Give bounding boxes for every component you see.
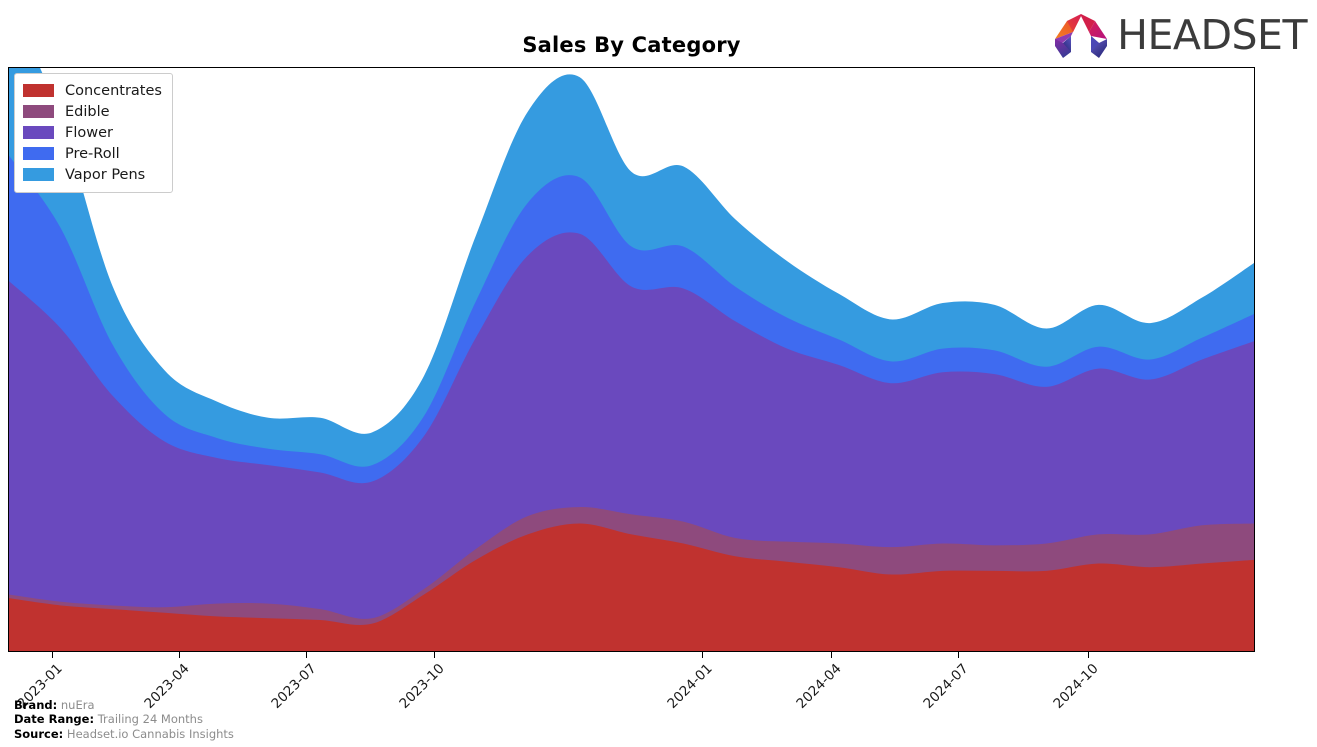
footer-source-label: Source:: [14, 726, 64, 741]
legend-swatch-flower: [23, 126, 54, 139]
x-tick-mark: [1088, 652, 1089, 658]
x-tick-label: 2023-10: [396, 660, 448, 712]
legend-item-pre-roll[interactable]: Pre-Roll: [23, 143, 162, 164]
footer-brand-label: Brand:: [14, 697, 58, 712]
footer-date-range-value: Trailing 24 Months: [97, 712, 203, 726]
x-tick-mark: [434, 652, 435, 658]
x-tick-label: 2024-04: [793, 660, 845, 712]
footer-date-range-label: Date Range:: [14, 712, 95, 726]
x-tick-label: 2024-10: [1050, 660, 1102, 712]
headset-hexagon-logo-icon: [1055, 14, 1108, 58]
footer-source-value: Headset.io Cannabis Insights: [66, 726, 234, 741]
footer-date-range: Date Range: Trailing 24 Months: [14, 712, 234, 727]
legend-label-pre-roll: Pre-Roll: [65, 145, 120, 162]
legend-swatch-pre-roll: [23, 147, 54, 160]
x-tick-mark: [52, 652, 53, 658]
chart-footer: Brand: nuEra Date Range: Trailing 24 Mon…: [14, 698, 234, 742]
legend-item-concentrates[interactable]: Concentrates: [23, 80, 162, 101]
chart-legend: Concentrates Edible Flower Pre-Roll Vapo…: [14, 73, 173, 193]
legend-item-edible[interactable]: Edible: [23, 101, 162, 122]
logo-wordmark: HEADSET: [1117, 10, 1307, 59]
legend-item-flower[interactable]: Flower: [23, 122, 162, 143]
chart-plot-area: [8, 67, 1255, 652]
headset-logo: HEADSET: [1051, 12, 1307, 58]
legend-label-vapor-pens: Vapor Pens: [65, 166, 146, 183]
stacked-area-svg: [9, 68, 1254, 651]
x-tick-mark: [179, 652, 180, 658]
legend-label-edible: Edible: [65, 103, 110, 120]
legend-swatch-vapor-pens: [23, 168, 54, 181]
legend-swatch-edible: [23, 105, 54, 118]
footer-source: Source: Headset.io Cannabis Insights: [14, 727, 234, 742]
footer-brand-value: nuEra: [60, 697, 95, 712]
x-tick-mark: [831, 652, 832, 658]
legend-swatch-concentrates: [23, 84, 54, 97]
x-tick-label: 2024-07: [920, 660, 972, 712]
legend-label-flower: Flower: [65, 124, 113, 141]
x-tick-mark: [306, 652, 307, 658]
x-tick-label: 2024-01: [664, 660, 716, 712]
legend-label-concentrates: Concentrates: [65, 82, 162, 99]
sales-by-category-chart-page: Sales By Category HEADSET Concentrates E…: [0, 0, 1317, 747]
footer-brand: Brand: nuEra: [14, 698, 234, 713]
x-tick-label: 2023-07: [268, 660, 320, 712]
x-tick-mark: [702, 652, 703, 658]
x-tick-mark: [958, 652, 959, 658]
legend-item-vapor-pens[interactable]: Vapor Pens: [23, 164, 162, 185]
